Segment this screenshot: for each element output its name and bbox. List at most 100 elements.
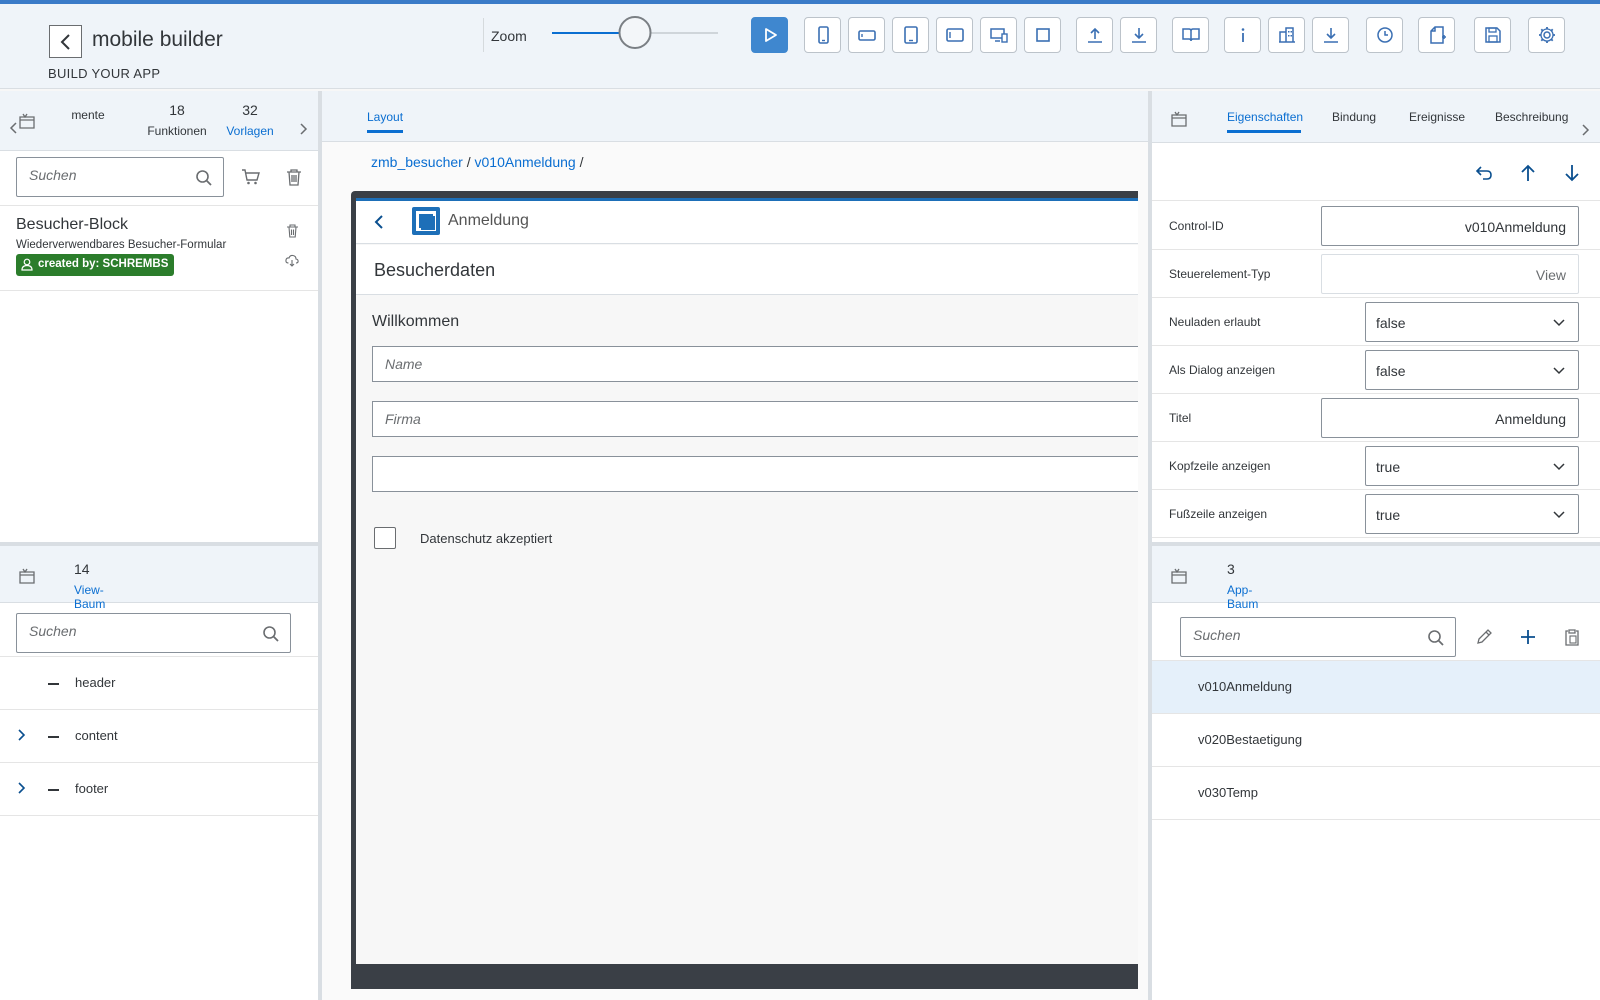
- app-tree-search[interactable]: [1180, 617, 1456, 657]
- show-as-dialog-select[interactable]: false: [1365, 350, 1579, 390]
- breadcrumb-link[interactable]: zmb_besucher: [371, 154, 463, 170]
- upload-button[interactable]: [1076, 17, 1113, 53]
- company-button[interactable]: [1268, 17, 1305, 53]
- tree-node-footer[interactable]: footer: [0, 763, 318, 816]
- reload-allowed-select[interactable]: false: [1365, 302, 1579, 342]
- empty-input[interactable]: [385, 466, 1085, 482]
- tabs-scroll-right-icon[interactable]: [1580, 123, 1590, 137]
- tab-ereignisse[interactable]: Ereignisse: [1409, 110, 1469, 124]
- view-tree-header: 14 View-Baum: [0, 546, 318, 620]
- name-input[interactable]: [385, 356, 1085, 372]
- app-tree-item[interactable]: v020Bestaetigung: [1152, 714, 1600, 767]
- show-header-select[interactable]: true: [1365, 446, 1579, 486]
- tablet-portrait-button[interactable]: [892, 17, 929, 53]
- name-field[interactable]: [372, 346, 1138, 382]
- preview-page-title: Anmeldung: [448, 212, 529, 229]
- block-download-button[interactable]: [282, 250, 302, 270]
- tree-node-content[interactable]: content: [0, 710, 318, 763]
- edit-button[interactable]: [1470, 623, 1498, 651]
- search-icon[interactable]: [262, 625, 280, 643]
- property-control-type: Steuerelement-Typ View: [1152, 250, 1600, 298]
- move-up-button[interactable]: [1514, 159, 1542, 187]
- chevron-right-icon[interactable]: [16, 728, 26, 742]
- nav-back-icon[interactable]: [373, 213, 385, 231]
- view-tree-search[interactable]: [16, 613, 291, 653]
- undo-button[interactable]: [1470, 159, 1498, 187]
- breadcrumb-link[interactable]: v010Anmeldung: [475, 154, 576, 170]
- company-field[interactable]: [372, 401, 1138, 437]
- download-button[interactable]: [1120, 17, 1157, 53]
- app-tree-item[interactable]: v010Anmeldung: [1152, 661, 1600, 714]
- collapse-panel-icon[interactable]: [1170, 111, 1188, 129]
- property-show-as-dialog: Als Dialog anzeigen false: [1152, 346, 1600, 394]
- elements-search-input[interactable]: [29, 167, 183, 183]
- back-button[interactable]: [49, 25, 82, 58]
- new-document-button[interactable]: [1418, 17, 1455, 53]
- show-footer-select[interactable]: true: [1365, 494, 1579, 534]
- empty-field[interactable]: [372, 456, 1138, 492]
- move-down-button[interactable]: [1558, 159, 1586, 187]
- zoom-slider-handle[interactable]: [618, 16, 652, 49]
- tab-view-baum[interactable]: 14 View-Baum: [74, 561, 134, 620]
- search-icon[interactable]: [195, 169, 213, 187]
- collapse-panel-icon[interactable]: [18, 568, 36, 586]
- elements-search[interactable]: [16, 157, 224, 197]
- chevron-down-icon: [1553, 511, 1565, 519]
- tab-beschreibung[interactable]: Beschreibung: [1495, 110, 1571, 124]
- company-input[interactable]: [385, 411, 1085, 427]
- breadcrumb-separator: /: [466, 154, 471, 170]
- tab-elemente[interactable]: mente: [70, 102, 106, 122]
- collapse-panel-icon[interactable]: [18, 113, 36, 131]
- paste-button[interactable]: [1558, 623, 1586, 651]
- download-to-button[interactable]: [1312, 17, 1349, 53]
- properties-toolbar: [1152, 143, 1600, 201]
- preview-section-header: Besucherdaten: [356, 245, 1138, 295]
- phone-landscape-button[interactable]: [848, 17, 885, 53]
- tabs-scroll-left-icon[interactable]: [9, 121, 19, 135]
- search-icon[interactable]: [1427, 629, 1445, 647]
- block-delete-button[interactable]: [282, 221, 302, 241]
- desktop-button[interactable]: [980, 17, 1017, 53]
- trash-icon: [287, 169, 301, 186]
- control-id-input[interactable]: v010Anmeldung: [1321, 206, 1579, 246]
- tab-vorlagen[interactable]: 32 Vorlagen: [223, 102, 277, 138]
- chevron-right-icon[interactable]: [16, 781, 26, 795]
- title-input[interactable]: Anmeldung: [1321, 398, 1579, 438]
- tablet-landscape-button[interactable]: [936, 17, 973, 53]
- tab-funktionen[interactable]: 18 Funktionen: [133, 102, 221, 138]
- documentation-button[interactable]: [1172, 17, 1209, 53]
- app-tree-item[interactable]: v030Temp: [1152, 767, 1600, 820]
- cart-button[interactable]: [237, 163, 265, 191]
- settings-button[interactable]: [1528, 17, 1565, 53]
- tab-eigenschaften[interactable]: Eigenschaften: [1227, 110, 1303, 133]
- tab-app-baum[interactable]: 3 App-Baum: [1227, 561, 1283, 620]
- history-button[interactable]: [1366, 17, 1403, 53]
- tab-layout[interactable]: Layout: [367, 110, 403, 133]
- save-button[interactable]: [1474, 17, 1511, 53]
- add-button[interactable]: [1514, 623, 1542, 651]
- elements-panel-header: mente 18 Funktionen 32 Vorlagen: [0, 91, 318, 151]
- phone-portrait-button[interactable]: [804, 17, 841, 53]
- tree-node-label: content: [75, 728, 118, 743]
- undo-icon: [1475, 166, 1492, 180]
- info-button[interactable]: [1224, 17, 1261, 53]
- block-item[interactable]: Besucher-Block Wiederverwendbares Besuch…: [0, 206, 318, 291]
- fullscreen-button[interactable]: [1024, 17, 1061, 53]
- desktop-device-icon: [989, 28, 1008, 43]
- arrow-down-icon: [1565, 165, 1579, 182]
- collapse-panel-icon[interactable]: [1170, 568, 1188, 586]
- app-tree-search-input[interactable]: [1193, 627, 1415, 643]
- phone-landscape-icon: [857, 30, 876, 41]
- privacy-checkbox[interactable]: [374, 527, 396, 549]
- building-icon: [1278, 27, 1295, 43]
- properties-header: Eigenschaften Bindung Ereignisse Beschre…: [1152, 91, 1600, 143]
- run-button[interactable]: [751, 17, 788, 53]
- delete-button[interactable]: [280, 163, 308, 191]
- tree-node-header[interactable]: header: [0, 657, 318, 710]
- view-tree-search-input[interactable]: [29, 623, 250, 639]
- tabs-scroll-right-icon[interactable]: [298, 122, 308, 136]
- tab-bindung[interactable]: Bindung: [1332, 110, 1382, 124]
- breadcrumb-separator: /: [579, 154, 584, 170]
- property-control-id: Control-ID v010Anmeldung: [1152, 202, 1600, 250]
- zoom-slider[interactable]: [552, 16, 718, 49]
